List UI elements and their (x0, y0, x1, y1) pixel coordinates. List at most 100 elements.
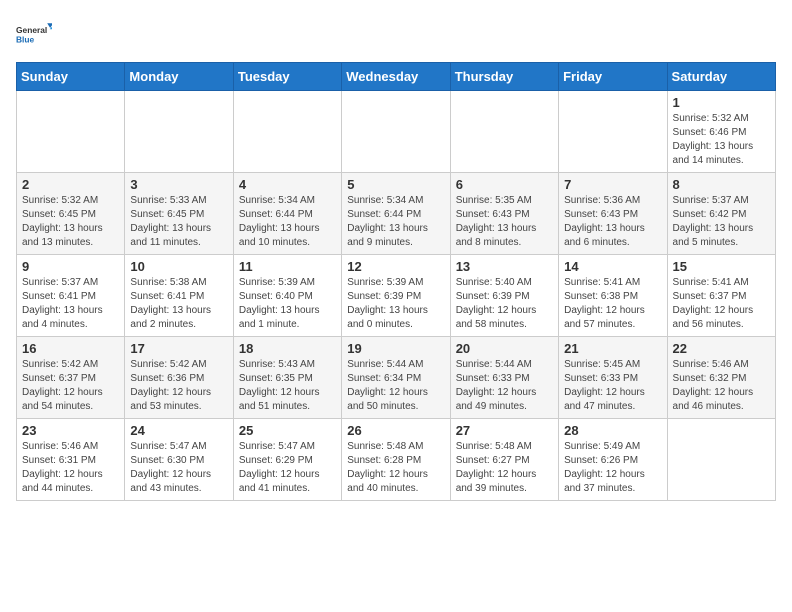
week-row-1: 1 Sunrise: 5:32 AM Sunset: 6:46 PM Daylig… (17, 91, 776, 173)
day-info: Sunrise: 5:46 AM Sunset: 6:32 PM Dayligh… (673, 358, 770, 414)
calendar-cell (125, 91, 233, 173)
day-number: 28 (564, 423, 661, 438)
calendar-cell: 14 Sunrise: 5:41 AM Sunset: 6:38 PM Dayli… (559, 255, 667, 337)
logo: General Blue (16, 16, 52, 52)
calendar-cell (17, 91, 125, 173)
calendar-cell: 4Sunrise: 5:34 AM Sunset: 6:44 PM Daylig… (233, 173, 341, 255)
day-info: Sunrise: 5:48 AM Sunset: 6:27 PM Dayligh… (456, 440, 553, 496)
day-info: Sunrise: 5:38 AM Sunset: 6:41 PM Dayligh… (130, 276, 227, 332)
day-info: Sunrise: 5:44 AM Sunset: 6:34 PM Dayligh… (347, 358, 444, 414)
weekday-header-thursday: Thursday (450, 63, 558, 91)
day-number: 21 (564, 341, 661, 356)
day-info: Sunrise: 5:45 AM Sunset: 6:33 PM Dayligh… (564, 358, 661, 414)
weekday-header-wednesday: Wednesday (342, 63, 450, 91)
calendar-cell: 8 Sunrise: 5:37 AM Sunset: 6:42 PM Daylig… (667, 173, 775, 255)
calendar-cell (450, 91, 558, 173)
calendar-cell: 22 Sunrise: 5:46 AM Sunset: 6:32 PM Dayli… (667, 337, 775, 419)
calendar-cell: 3 Sunrise: 5:33 AM Sunset: 6:45 PM Daylig… (125, 173, 233, 255)
day-number: 9 (22, 259, 119, 274)
calendar-cell: 2 Sunrise: 5:32 AM Sunset: 6:45 PM Daylig… (17, 173, 125, 255)
day-info: Sunrise: 5:40 AM Sunset: 6:39 PM Dayligh… (456, 276, 553, 332)
calendar-cell: 25 Sunrise: 5:47 AM Sunset: 6:29 PM Dayli… (233, 419, 341, 501)
week-row-5: 23 Sunrise: 5:46 AM Sunset: 6:31 PM Dayli… (17, 419, 776, 501)
day-number: 23 (22, 423, 119, 438)
day-number: 6 (456, 177, 553, 192)
weekday-header-row: SundayMondayTuesdayWednesdayThursdayFrid… (17, 63, 776, 91)
weekday-header-saturday: Saturday (667, 63, 775, 91)
calendar-cell: 19Sunrise: 5:44 AM Sunset: 6:34 PM Dayli… (342, 337, 450, 419)
calendar-cell (559, 91, 667, 173)
day-info: Sunrise: 5:47 AM Sunset: 6:30 PM Dayligh… (130, 440, 227, 496)
day-info: Sunrise: 5:32 AM Sunset: 6:46 PM Dayligh… (673, 112, 770, 168)
calendar-cell: 1 Sunrise: 5:32 AM Sunset: 6:46 PM Daylig… (667, 91, 775, 173)
day-number: 8 (673, 177, 770, 192)
weekday-header-friday: Friday (559, 63, 667, 91)
day-number: 2 (22, 177, 119, 192)
day-number: 20 (456, 341, 553, 356)
weekday-header-sunday: Sunday (17, 63, 125, 91)
day-info: Sunrise: 5:41 AM Sunset: 6:37 PM Dayligh… (673, 276, 770, 332)
calendar-cell: 11 Sunrise: 5:39 AM Sunset: 6:40 PM Dayli… (233, 255, 341, 337)
day-number: 3 (130, 177, 227, 192)
calendar-table: SundayMondayTuesdayWednesdayThursdayFrid… (16, 62, 776, 501)
day-info: Sunrise: 5:44 AM Sunset: 6:33 PM Dayligh… (456, 358, 553, 414)
calendar-cell: 27 Sunrise: 5:48 AM Sunset: 6:27 PM Dayli… (450, 419, 558, 501)
calendar-cell: 6Sunrise: 5:35 AM Sunset: 6:43 PM Daylig… (450, 173, 558, 255)
calendar-cell (667, 419, 775, 501)
day-info: Sunrise: 5:32 AM Sunset: 6:45 PM Dayligh… (22, 194, 119, 250)
day-number: 1 (673, 95, 770, 110)
calendar-cell: 16 Sunrise: 5:42 AM Sunset: 6:37 PM Dayli… (17, 337, 125, 419)
day-info: Sunrise: 5:43 AM Sunset: 6:35 PM Dayligh… (239, 358, 336, 414)
day-number: 12 (347, 259, 444, 274)
day-number: 26 (347, 423, 444, 438)
day-info: Sunrise: 5:41 AM Sunset: 6:38 PM Dayligh… (564, 276, 661, 332)
day-number: 11 (239, 259, 336, 274)
day-info: Sunrise: 5:46 AM Sunset: 6:31 PM Dayligh… (22, 440, 119, 496)
calendar-cell (233, 91, 341, 173)
calendar-cell: 17 Sunrise: 5:42 AM Sunset: 6:36 PM Dayli… (125, 337, 233, 419)
day-number: 18 (239, 341, 336, 356)
day-info: Sunrise: 5:37 AM Sunset: 6:42 PM Dayligh… (673, 194, 770, 250)
day-number: 27 (456, 423, 553, 438)
day-info: Sunrise: 5:34 AM Sunset: 6:44 PM Dayligh… (239, 194, 336, 250)
day-number: 17 (130, 341, 227, 356)
calendar-cell: 5 Sunrise: 5:34 AM Sunset: 6:44 PM Daylig… (342, 173, 450, 255)
day-number: 16 (22, 341, 119, 356)
day-number: 24 (130, 423, 227, 438)
svg-text:Blue: Blue (16, 34, 35, 44)
day-info: Sunrise: 5:39 AM Sunset: 6:40 PM Dayligh… (239, 276, 336, 332)
day-info: Sunrise: 5:47 AM Sunset: 6:29 PM Dayligh… (239, 440, 336, 496)
calendar-cell: 21 Sunrise: 5:45 AM Sunset: 6:33 PM Dayli… (559, 337, 667, 419)
day-number: 15 (673, 259, 770, 274)
calendar-cell: 24 Sunrise: 5:47 AM Sunset: 6:30 PM Dayli… (125, 419, 233, 501)
day-number: 22 (673, 341, 770, 356)
calendar-cell (342, 91, 450, 173)
calendar-cell: 18 Sunrise: 5:43 AM Sunset: 6:35 PM Dayli… (233, 337, 341, 419)
day-number: 25 (239, 423, 336, 438)
calendar-cell: 10 Sunrise: 5:38 AM Sunset: 6:41 PM Dayli… (125, 255, 233, 337)
calendar-cell: 9 Sunrise: 5:37 AM Sunset: 6:41 PM Daylig… (17, 255, 125, 337)
calendar-cell: 13 Sunrise: 5:40 AM Sunset: 6:39 PM Dayli… (450, 255, 558, 337)
day-number: 14 (564, 259, 661, 274)
calendar-cell: 23 Sunrise: 5:46 AM Sunset: 6:31 PM Dayli… (17, 419, 125, 501)
day-number: 13 (456, 259, 553, 274)
calendar-cell: 12Sunrise: 5:39 AM Sunset: 6:39 PM Dayli… (342, 255, 450, 337)
day-info: Sunrise: 5:34 AM Sunset: 6:44 PM Dayligh… (347, 194, 444, 250)
day-number: 10 (130, 259, 227, 274)
day-info: Sunrise: 5:33 AM Sunset: 6:45 PM Dayligh… (130, 194, 227, 250)
day-info: Sunrise: 5:37 AM Sunset: 6:41 PM Dayligh… (22, 276, 119, 332)
day-number: 5 (347, 177, 444, 192)
day-info: Sunrise: 5:49 AM Sunset: 6:26 PM Dayligh… (564, 440, 661, 496)
week-row-2: 2 Sunrise: 5:32 AM Sunset: 6:45 PM Daylig… (17, 173, 776, 255)
calendar-cell: 7Sunrise: 5:36 AM Sunset: 6:43 PM Daylig… (559, 173, 667, 255)
calendar-cell: 20 Sunrise: 5:44 AM Sunset: 6:33 PM Dayli… (450, 337, 558, 419)
day-info: Sunrise: 5:42 AM Sunset: 6:36 PM Dayligh… (130, 358, 227, 414)
weekday-header-monday: Monday (125, 63, 233, 91)
svg-text:General: General (16, 25, 47, 35)
header: General Blue (16, 16, 776, 52)
week-row-4: 16 Sunrise: 5:42 AM Sunset: 6:37 PM Dayli… (17, 337, 776, 419)
weekday-header-tuesday: Tuesday (233, 63, 341, 91)
day-info: Sunrise: 5:42 AM Sunset: 6:37 PM Dayligh… (22, 358, 119, 414)
day-info: Sunrise: 5:48 AM Sunset: 6:28 PM Dayligh… (347, 440, 444, 496)
day-info: Sunrise: 5:36 AM Sunset: 6:43 PM Dayligh… (564, 194, 661, 250)
